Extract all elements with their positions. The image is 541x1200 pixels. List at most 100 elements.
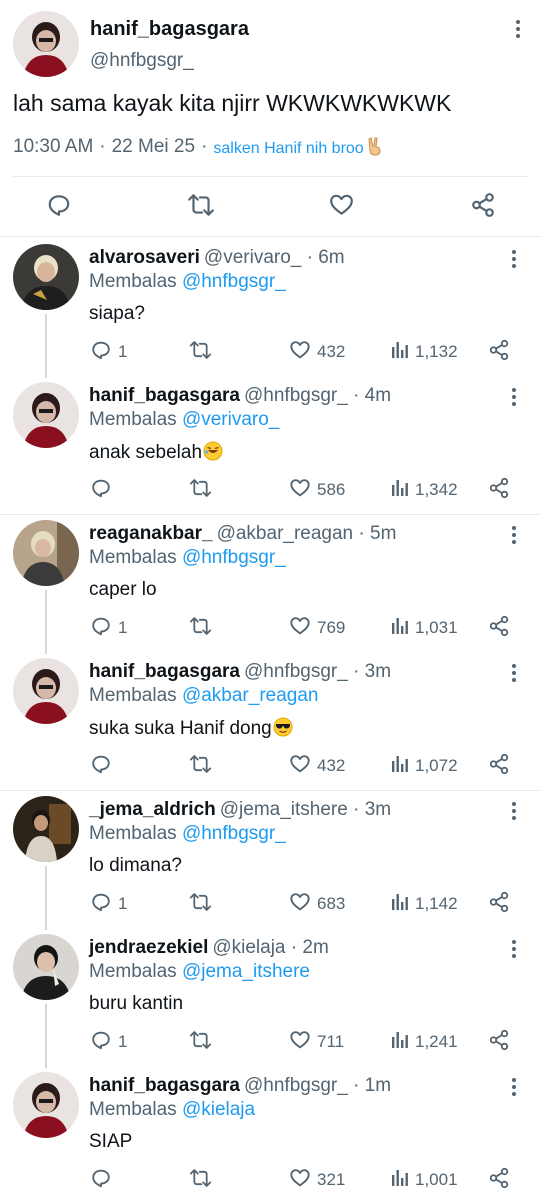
views-button[interactable]: 1,142	[391, 892, 458, 916]
reply-text: SIAP	[89, 1131, 133, 1152]
like-button[interactable]: 432	[289, 754, 345, 778]
display-name[interactable]: hanif_bagasgara	[89, 661, 240, 682]
victory-hand-emoji	[368, 137, 381, 156]
username-time[interactable]: @hnfbgsgr_ · 1m	[244, 1075, 391, 1096]
views-icon	[391, 341, 409, 364]
reply-button[interactable]	[90, 478, 118, 502]
share-button[interactable]	[488, 1029, 510, 1056]
display-name[interactable]: _jema_aldrich	[89, 799, 216, 820]
replying-to: Membalas @kielaja	[89, 1099, 255, 1121]
share-button[interactable]	[488, 615, 510, 640]
share-icon	[488, 1029, 510, 1056]
reply-tweet[interactable]: alvarosaveri @verivaro_ · 6m Membalas @hn…	[0, 238, 541, 378]
share-icon[interactable]	[470, 192, 496, 223]
share-button[interactable]	[488, 753, 510, 778]
reply-button[interactable]: 1	[90, 340, 127, 364]
like-button[interactable]: 769	[289, 616, 345, 640]
views-button[interactable]: 1,342	[391, 478, 458, 502]
avatar[interactable]	[13, 382, 79, 448]
tweet-source-label: salken Hanif nih broo	[213, 140, 364, 157]
views-button[interactable]: 1,241	[391, 1030, 458, 1054]
retweet-button[interactable]	[189, 340, 212, 364]
more-options-icon[interactable]	[511, 802, 517, 820]
retweet-button[interactable]	[189, 754, 212, 778]
share-icon	[488, 891, 510, 918]
reply-text: siapa?	[89, 303, 145, 324]
views-button[interactable]: 1,001	[391, 1168, 458, 1192]
retweet-button[interactable]	[189, 892, 212, 916]
reply-tweet[interactable]: hanif_bagasgara @hnfbgsgr_ · 3m Membalas …	[0, 652, 541, 790]
mention-link[interactable]: @kielaja	[182, 1099, 255, 1120]
more-options-icon[interactable]	[511, 940, 517, 958]
username-time[interactable]: @hnfbgsgr_ · 4m	[244, 385, 391, 406]
reply-tweet[interactable]: hanif_bagasgara @hnfbgsgr_ · 1m Membalas …	[0, 1066, 541, 1200]
tweet-source-link[interactable]: salken Hanif nih broo	[213, 136, 384, 158]
like-button[interactable]: 432	[289, 340, 345, 364]
like-button[interactable]: 586	[289, 478, 345, 502]
reply-tweet[interactable]: hanif_bagasgara @hnfbgsgr_ · 4m Membalas …	[0, 376, 541, 514]
mention-link[interactable]: @jema_itshere	[182, 961, 310, 982]
reply-button[interactable]	[90, 1168, 118, 1192]
reply-button[interactable]: 1	[90, 616, 127, 640]
username-time[interactable]: @hnfbgsgr_ · 3m	[244, 661, 391, 682]
username-time[interactable]: @akbar_reagan · 5m	[217, 523, 397, 544]
avatar[interactable]	[13, 658, 79, 724]
avatar[interactable]	[13, 520, 79, 586]
display-name[interactable]: alvarosaveri	[89, 247, 200, 268]
reply-button[interactable]: 1	[90, 1030, 127, 1054]
mention-link[interactable]: @hnfbgsgr_	[182, 271, 286, 292]
reply-tweet[interactable]: _jema_aldrich @jema_itshere · 3m Membalas…	[0, 790, 541, 930]
reply-icon	[90, 339, 112, 366]
retweet-icon[interactable]	[187, 192, 215, 223]
more-options-icon[interactable]	[511, 250, 517, 268]
views-button[interactable]: 1,031	[391, 616, 458, 640]
reply-button[interactable]	[90, 754, 118, 778]
username-time[interactable]: @jema_itshere · 3m	[220, 799, 391, 820]
share-button[interactable]	[488, 477, 510, 502]
username[interactable]: @hnfbgsgr_	[90, 50, 194, 72]
display-name[interactable]: hanif_bagasgara	[89, 1075, 240, 1096]
retweet-button[interactable]	[189, 616, 212, 640]
reply-actions: 432 1,072	[0, 753, 541, 778]
avatar[interactable]	[13, 934, 79, 1000]
views-button[interactable]: 1,132	[391, 340, 458, 364]
reply-icon[interactable]	[46, 192, 72, 223]
reply-text-wrap: suka suka Hanif dong	[89, 717, 293, 740]
display-name[interactable]: hanif_bagasgara	[90, 18, 249, 41]
retweet-button[interactable]	[189, 478, 212, 502]
like-icon	[289, 615, 311, 642]
display-name[interactable]: reaganakbar_	[89, 523, 213, 544]
more-options-icon[interactable]	[511, 526, 517, 544]
retweet-button[interactable]	[189, 1030, 212, 1054]
username-time[interactable]: @kielaja · 2m	[212, 937, 328, 958]
mention-link[interactable]: @hnfbgsgr_	[182, 547, 286, 568]
username-time[interactable]: @verivaro_ · 6m	[204, 247, 345, 268]
replying-to-label: Membalas	[89, 961, 177, 982]
reply-button[interactable]: 1	[90, 892, 127, 916]
reply-tweet[interactable]: reaganakbar_ @akbar_reagan · 5m Membalas …	[0, 514, 541, 654]
like-icon[interactable]	[328, 192, 355, 223]
views-button[interactable]: 1,072	[391, 754, 458, 778]
avatar[interactable]	[13, 1072, 79, 1138]
share-button[interactable]	[488, 891, 510, 918]
share-button[interactable]	[488, 339, 510, 364]
mention-link[interactable]: @verivaro_	[182, 409, 279, 430]
like-button[interactable]: 683	[289, 892, 345, 916]
more-options-icon[interactable]	[511, 664, 517, 682]
more-options-icon[interactable]	[511, 1078, 517, 1096]
display-name[interactable]: jendraezekiel	[89, 937, 208, 958]
avatar[interactable]	[13, 11, 79, 77]
retweet-button[interactable]	[189, 1168, 212, 1192]
like-button[interactable]: 711	[289, 1030, 344, 1054]
more-options-icon[interactable]	[511, 388, 517, 406]
share-button[interactable]	[488, 1167, 510, 1192]
like-button[interactable]: 321	[289, 1168, 345, 1192]
replying-to: Membalas @verivaro_	[89, 409, 279, 431]
display-name[interactable]: hanif_bagasgara	[89, 385, 240, 406]
mention-link[interactable]: @akbar_reagan	[182, 685, 319, 706]
reply-tweet[interactable]: jendraezekiel @kielaja · 2m Membalas @jem…	[0, 928, 541, 1068]
more-options-icon[interactable]	[515, 20, 521, 38]
avatar[interactable]	[13, 244, 79, 310]
avatar[interactable]	[13, 796, 79, 862]
mention-link[interactable]: @hnfbgsgr_	[182, 823, 286, 844]
